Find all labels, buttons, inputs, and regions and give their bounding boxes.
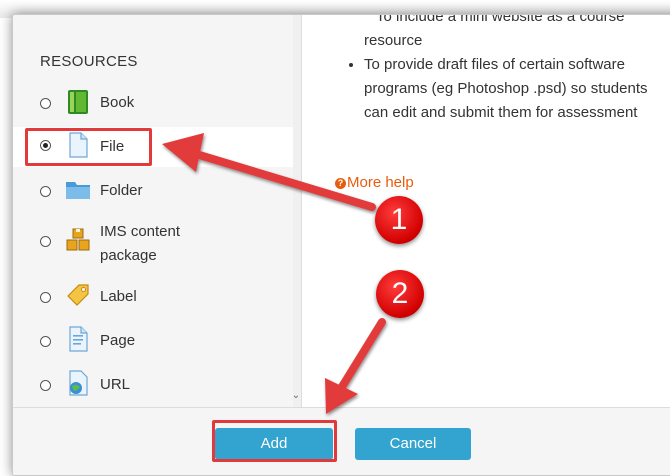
arrow-to-file-icon <box>162 133 376 211</box>
step-badge-2: 2 <box>376 270 424 318</box>
arrow-to-add-icon <box>325 318 386 414</box>
step-badge-1: 1 <box>375 196 423 244</box>
annotation-arrows <box>162 133 386 414</box>
